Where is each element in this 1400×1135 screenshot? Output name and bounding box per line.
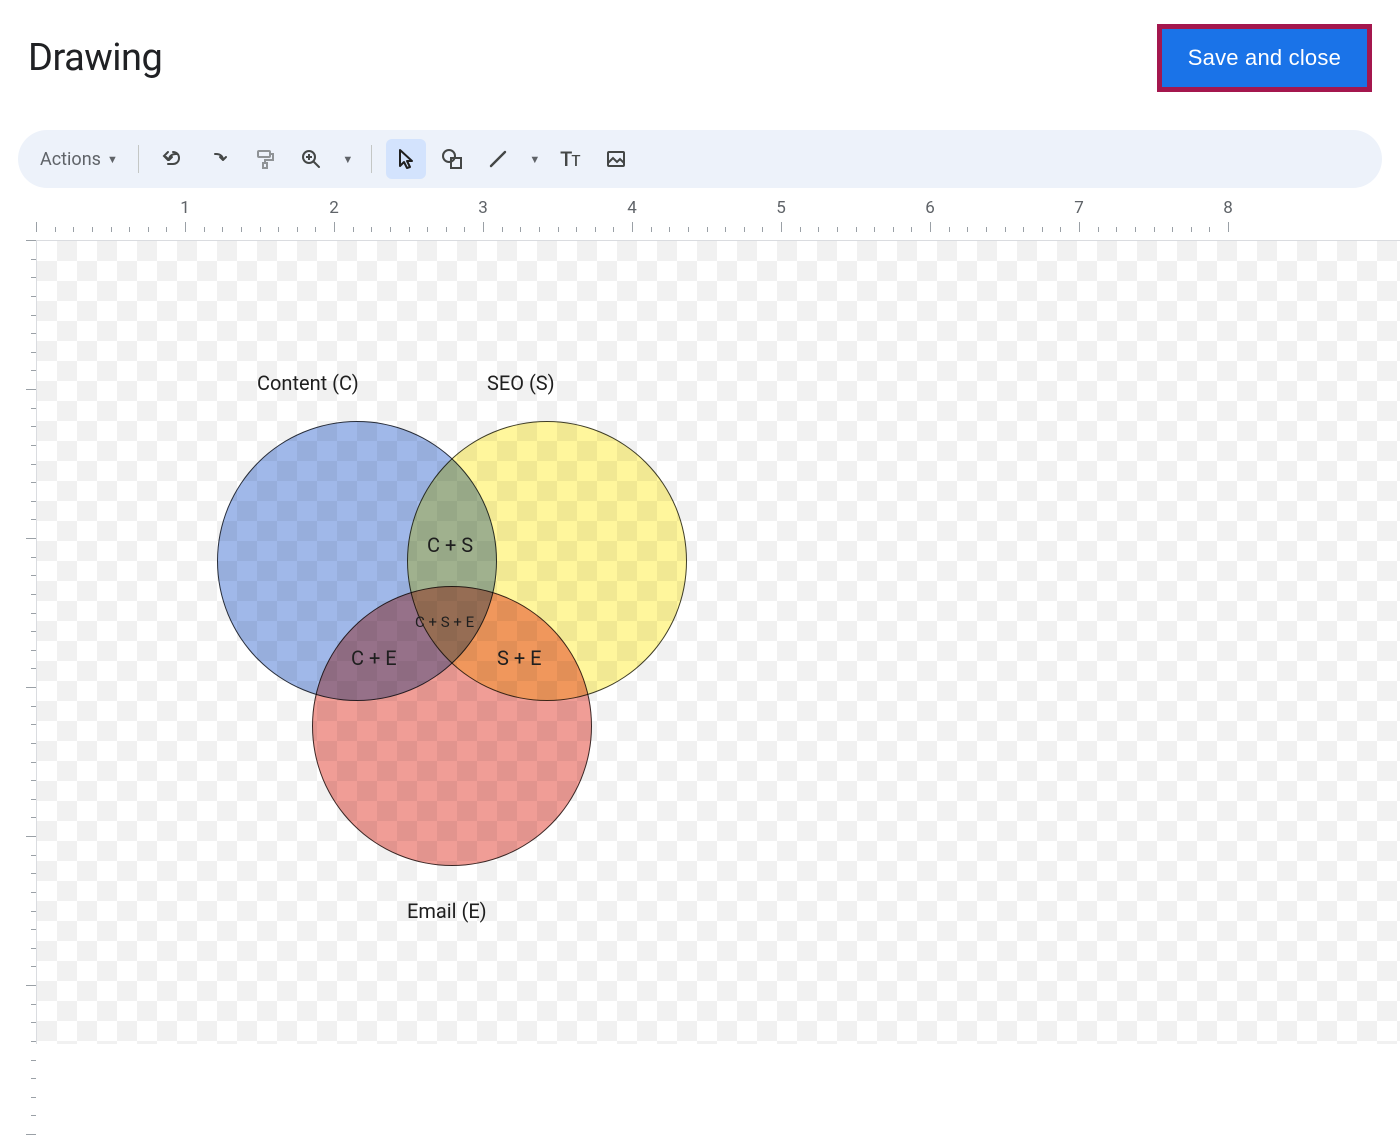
ruler-number: 3 [478,198,488,218]
shape-tool-button[interactable] [432,139,472,179]
venn-diagram: Content (C) SEO (S) Email (E) C + S C + … [37,241,1400,1044]
label-se[interactable]: S + E [497,646,542,670]
caret-down-icon: ▼ [107,153,118,166]
save-and-close-button[interactable]: Save and close [1162,29,1367,87]
label-cse[interactable]: C + S + E [415,613,474,631]
zoom-dropdown[interactable]: ▼ [337,139,357,179]
caret-down-icon: ▼ [342,153,353,166]
ruler-number: 6 [925,198,935,218]
undo-icon [161,147,185,171]
horizontal-ruler: 1 2 3 4 5 6 7 8 [36,198,1400,232]
toolbar: Actions ▼ ▼ ▼ Tᴛ [18,130,1382,188]
cursor-icon [394,147,418,171]
zoom-icon [299,147,323,171]
undo-button[interactable] [153,139,193,179]
ruler-number: 4 [627,198,637,218]
text-icon: Tᴛ [560,147,579,172]
label-ce[interactable]: C + E [351,646,397,670]
textbox-tool-button[interactable]: Tᴛ [550,139,590,179]
ruler-number: 5 [776,198,786,218]
select-tool-button[interactable] [386,139,426,179]
caret-down-icon: ▼ [529,153,540,166]
paint-roller-icon [253,147,277,171]
label-cs[interactable]: C + S [427,533,473,557]
redo-icon [207,147,231,171]
dialog-header: Drawing Save and close [0,0,1400,102]
workspace: Content (C) SEO (S) Email (E) C + S C + … [0,240,1400,1044]
label-content[interactable]: Content (C) [257,371,359,395]
shapes-icon [440,147,464,171]
line-dropdown[interactable]: ▼ [524,139,544,179]
paint-format-button[interactable] [245,139,285,179]
vertical-ruler [0,240,36,1044]
actions-label: Actions [40,149,101,170]
image-tool-button[interactable] [596,139,636,179]
ruler-number: 2 [329,198,339,218]
ruler-number: 1 [180,198,190,218]
drawing-canvas[interactable]: Content (C) SEO (S) Email (E) C + S C + … [36,240,1400,1044]
redo-button[interactable] [199,139,239,179]
ruler-area: 1 2 3 4 5 6 7 8 [0,198,1400,232]
toolbar-divider [371,145,372,173]
image-icon [604,147,628,171]
save-button-highlight: Save and close [1157,24,1372,92]
line-tool-button[interactable] [478,139,518,179]
toolbar-divider [138,145,139,173]
line-icon [486,147,510,171]
dialog-title: Drawing [28,36,162,80]
ruler-number: 7 [1074,198,1084,218]
actions-menu[interactable]: Actions ▼ [32,139,124,179]
ruler-number: 8 [1223,198,1233,218]
label-seo[interactable]: SEO (S) [487,371,555,395]
label-email[interactable]: Email (E) [407,899,487,923]
zoom-button[interactable] [291,139,331,179]
